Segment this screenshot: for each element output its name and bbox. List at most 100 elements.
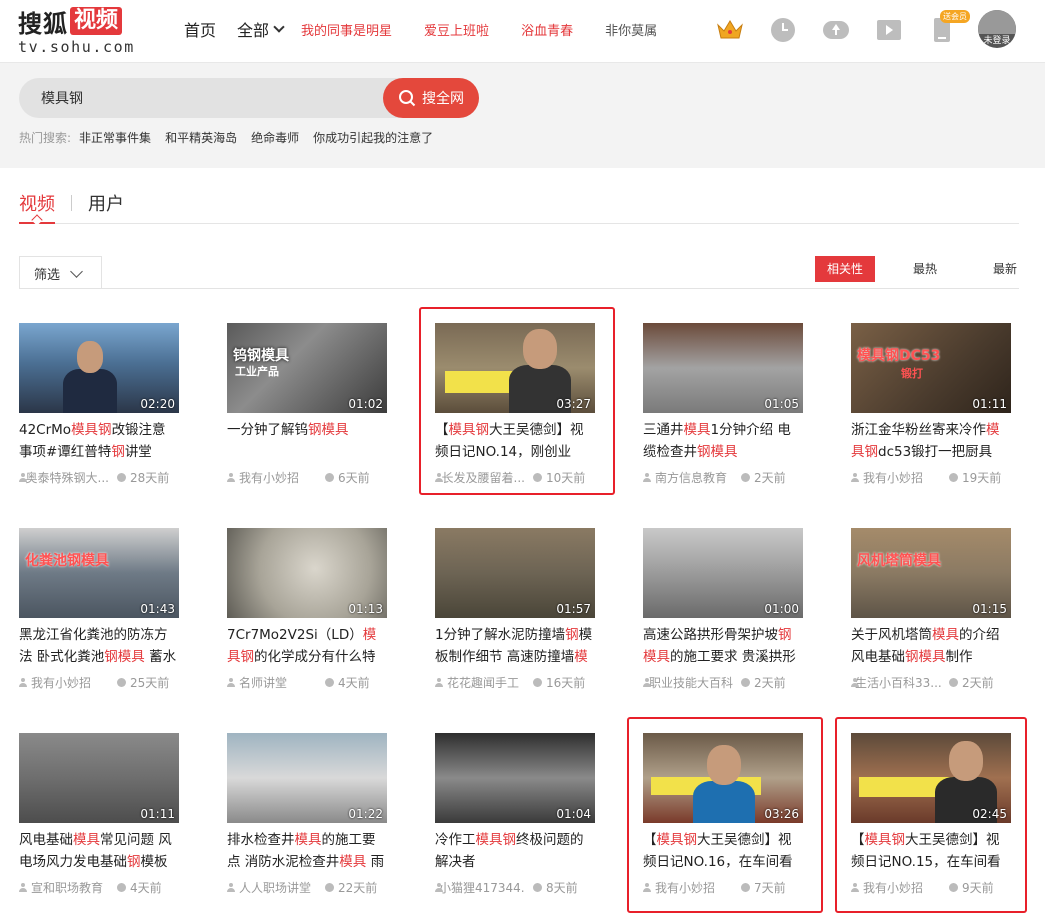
video-title[interactable]: 42CrMo模具钢改锻注意事项#谭红普特钢讲堂 (19, 419, 179, 463)
uploader[interactable]: 职业技能大百科 (643, 674, 733, 691)
hot-search-item[interactable]: 绝命毒师 (251, 129, 299, 146)
nav-item-show-2[interactable]: 爱豆上班啦 (424, 20, 489, 39)
video-title[interactable]: 高速公路拱形骨架护坡钢模具的施工要求 贵溪拱形骨 (643, 624, 803, 668)
video-thumbnail[interactable]: 02:20 (19, 323, 179, 413)
nav-item-all[interactable]: 全部 (237, 17, 285, 41)
video-title[interactable]: 三通井模具1分钟介绍 电缆检查井钢模具 (643, 419, 803, 463)
thumbnail-overlay-subtext: 工业产品 (235, 365, 279, 378)
uploader[interactable]: 花花趣闻手工 (435, 674, 525, 691)
video-thumbnail[interactable]: 01:57 (435, 528, 595, 618)
video-thumbnail[interactable]: 01:00 (643, 528, 803, 618)
hot-search-item[interactable]: 和平精英海岛 (165, 129, 237, 146)
video-card[interactable]: 钨钢模具 工业产品 01:02 一分钟了解钨钢模具 我有小妙招 6天前 (227, 323, 411, 486)
upload-time: 22天前 (325, 879, 377, 896)
sohu-video-logo[interactable]: 搜狐 视频 tv.sohu.com (18, 6, 133, 56)
uploader[interactable]: 南方信息教育 (643, 469, 733, 486)
video-card[interactable]: 模具钢DC53 锻打 01:11 浙江金华粉丝寄来冷作模具钢dc53锻打一把厨具我有小… (851, 323, 1035, 486)
video-thumbnail[interactable]: 01:05 (643, 323, 803, 413)
uploader[interactable]: 生活小百科33... (851, 674, 941, 691)
video-card[interactable]: 03:27 【模具钢大王吴德剑】视频日记NO.14，刚创业时，我长发及腰留着...… (435, 323, 619, 486)
upload-time: 19天前 (949, 469, 1001, 486)
video-title[interactable]: 7Cr7Mo2V2Si（LD）模具钢的化学成分有什么特点 (227, 624, 387, 668)
video-title[interactable]: 关于风机塔筒模具的介绍 风电基础钢模具制作 (851, 624, 1011, 668)
filter-dropdown[interactable]: 筛选 (19, 256, 102, 289)
video-title[interactable]: 【模具钢大王吴德剑】视频日记NO.16，在车间看到挺 (643, 829, 803, 873)
hot-search-item[interactable]: 你成功引起我的注意了 (313, 129, 433, 146)
video-thumbnail[interactable]: 01:22 (227, 733, 387, 823)
video-card[interactable]: 01:05 三通井模具1分钟介绍 电缆检查井钢模具 南方信息教育 2天前 (643, 323, 827, 486)
crown-icon[interactable] (716, 16, 744, 44)
video-card[interactable]: 03:26 【模具钢大王吴德剑】视频日记NO.16，在车间看到挺我有小妙招 7天前 (643, 733, 827, 896)
video-card[interactable]: 01:00 高速公路拱形骨架护坡钢模具的施工要求 贵溪拱形骨职业技能大百科 2天前 (643, 528, 827, 691)
video-title[interactable]: 【模具钢大王吴德剑】视频日记NO.15，在车间看到热 (851, 829, 1011, 873)
uploader[interactable]: 小猫狸417344... (435, 879, 525, 896)
video-thumbnail[interactable]: 风机塔筒模具 01:15 (851, 528, 1011, 618)
video-title[interactable]: 1分钟了解水泥防撞墙钢模板制作细节 高速防撞墙模 (435, 624, 595, 668)
search-input[interactable] (41, 78, 381, 118)
video-title[interactable]: 【模具钢大王吴德剑】视频日记NO.14，刚创业时，我 (435, 419, 595, 463)
main-nav: 首页 全部 我的同事是明星 爱豆上班啦 浴血青春 非你莫属 (184, 0, 689, 58)
nav-item-home[interactable]: 首页 (184, 17, 216, 41)
video-thumbnail[interactable]: 03:27 (435, 323, 595, 413)
tab-videos[interactable]: 视频 (19, 190, 55, 216)
search-all-button[interactable]: 搜全网 (383, 78, 479, 118)
video-thumbnail[interactable]: 钨钢模具 工业产品 01:02 (227, 323, 387, 413)
sort-newest[interactable]: 最新 (975, 256, 1035, 282)
uploader[interactable]: 人人职场讲堂 (227, 879, 317, 896)
mobile-app-icon[interactable]: 送会员 (928, 10, 970, 44)
sort-hottest[interactable]: 最热 (895, 256, 955, 282)
filter-label: 筛选 (34, 267, 61, 283)
uploader[interactable]: 我有小妙招 (227, 469, 317, 486)
nav-item-show-1[interactable]: 我的同事是明星 (301, 20, 392, 39)
video-thumbnail[interactable]: 模具钢DC53 锻打 01:11 (851, 323, 1011, 413)
video-card[interactable]: 01:11 风电基础模具常见问题 风电场风力发电基础钢模板 宣和职场教育 4天前 (19, 733, 203, 896)
video-duration: 01:04 (556, 807, 591, 821)
video-title[interactable]: 黑龙江省化粪池的防冻方法 卧式化粪池钢模具 蓄水池 (19, 624, 179, 668)
uploader[interactable]: 名师讲堂 (227, 674, 317, 691)
video-card[interactable]: 02:20 42CrMo模具钢改锻注意事项#谭红普特钢讲堂 奥泰特殊钢大... 28天… (19, 323, 203, 486)
video-card[interactable]: 01:22 排水检查井模具的施工要点 消防水泥检查井模具 雨水人人职场讲堂 22天前 (227, 733, 411, 896)
video-title[interactable]: 浙江金华粉丝寄来冷作模具钢dc53锻打一把厨具 (851, 419, 1011, 463)
user-avatar[interactable]: 未登录 (978, 10, 1016, 48)
video-title[interactable]: 排水检查井模具的施工要点 消防水泥检查井模具 雨水 (227, 829, 387, 873)
video-card[interactable]: 02:45 【模具钢大王吴德剑】视频日记NO.15，在车间看到热我有小妙招 9天前 (851, 733, 1035, 896)
video-title[interactable]: 冷作工模具钢终极问题的解决者 (435, 829, 595, 873)
uploader[interactable]: 我有小妙招 (851, 469, 941, 486)
nav-item-show-3[interactable]: 浴血青春 (521, 20, 573, 39)
video-card[interactable]: 01:13 7Cr7Mo2V2Si（LD）模具钢的化学成分有什么特点名师讲堂 4天前 (227, 528, 411, 691)
upload-cloud-icon[interactable] (822, 16, 850, 44)
user-icon (851, 883, 859, 892)
video-duration: 01:02 (348, 397, 383, 411)
video-thumbnail[interactable]: 01:04 (435, 733, 595, 823)
uploader[interactable]: 宣和职场教育 (19, 879, 109, 896)
hot-search-item[interactable]: 非正常事件集 (79, 129, 151, 146)
video-thumbnail[interactable]: 02:45 (851, 733, 1011, 823)
video-thumbnail[interactable]: 01:11 (19, 733, 179, 823)
clock-icon (325, 473, 334, 482)
video-thumbnail[interactable]: 化粪池钢模具 01:43 (19, 528, 179, 618)
sort-options: 相关性 最热 最新 (815, 256, 1035, 282)
video-title[interactable]: 风电基础模具常见问题 风电场风力发电基础钢模板 (19, 829, 179, 873)
video-card[interactable]: 风机塔筒模具 01:15 关于风机塔筒模具的介绍 风电基础钢模具制作生活小百科33.… (851, 528, 1035, 691)
uploader[interactable]: 我有小妙招 (851, 879, 941, 896)
presenter-face (523, 329, 557, 369)
video-duration: 03:26 (764, 807, 799, 821)
video-card[interactable]: 化粪池钢模具 01:43 黑龙江省化粪池的防冻方法 卧式化粪池钢模具 蓄水池我有小妙… (19, 528, 203, 691)
my-videos-icon[interactable] (875, 16, 903, 44)
sort-relevance[interactable]: 相关性 (815, 256, 875, 282)
history-clock-icon[interactable] (769, 16, 797, 44)
video-duration: 03:27 (556, 397, 591, 411)
video-thumbnail[interactable]: 01:13 (227, 528, 387, 618)
video-thumbnail[interactable]: 03:26 (643, 733, 803, 823)
uploader[interactable]: 奥泰特殊钢大... (19, 469, 109, 486)
clock-icon (325, 678, 334, 687)
uploader[interactable]: 长发及腰留着... (435, 469, 525, 486)
nav-item-show-4[interactable]: 非你莫属 (605, 20, 657, 39)
video-title[interactable]: 一分钟了解钨钢模具 (227, 419, 387, 463)
uploader[interactable]: 我有小妙招 (643, 879, 733, 896)
video-card[interactable]: 01:04 冷作工模具钢终极问题的解决者 小猫狸417344... 8天前 (435, 733, 619, 896)
uploader[interactable]: 我有小妙招 (19, 674, 109, 691)
video-meta: 我有小妙招 9天前 (851, 879, 1016, 896)
video-card[interactable]: 01:57 1分钟了解水泥防撞墙钢模板制作细节 高速防撞墙模 花花趣闻手工 16天前 (435, 528, 619, 691)
tab-users[interactable]: 用户 (88, 190, 124, 216)
